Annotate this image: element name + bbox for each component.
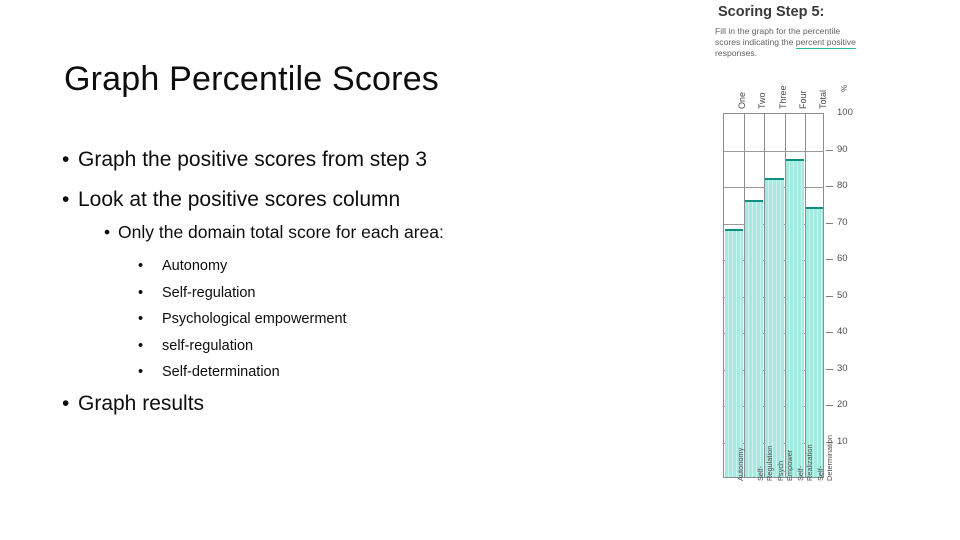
y-axis-tick xyxy=(826,186,833,187)
y-axis-tick-label: 50 xyxy=(837,289,848,301)
y-axis-tick-label: 10 xyxy=(837,435,848,447)
page-title: Graph Percentile Scores xyxy=(64,60,439,98)
y-axis-tick xyxy=(826,149,833,151)
y-axis-tick xyxy=(826,259,833,260)
y-axis-tick-label: 90 xyxy=(837,143,848,155)
bullet-item-1-label: Graph the positive scores from step 3 xyxy=(78,148,427,171)
y-axis-tick-label: 20 xyxy=(837,399,848,410)
bullet-item-sub: • Only the domain total score for each ar… xyxy=(104,222,444,243)
y-axis-tick xyxy=(826,295,833,297)
column-header-three: Three xyxy=(777,85,788,109)
sub-bullet-list: • Autonomy • Self-regulation • Psychologica… xyxy=(138,253,518,386)
y-axis-tick-label: 30 xyxy=(837,362,848,374)
bullet-glyph: • xyxy=(62,188,70,211)
bullet-item-last: • Graph results xyxy=(62,392,204,416)
list-item: • Psychological empowerment xyxy=(138,306,518,333)
bullet-glyph: • xyxy=(138,284,144,301)
y-axis-tick xyxy=(826,332,833,333)
chart-horizontal-gridline xyxy=(724,150,823,152)
y-axis-tick-label: 80 xyxy=(837,180,848,191)
bullet-item-2-label: Look at the positive scores column xyxy=(78,188,401,211)
list-item-label: self-regulation xyxy=(162,337,254,354)
bullet-glyph: • xyxy=(138,364,144,380)
list-item-label: Self-regulation xyxy=(162,284,256,301)
y-axis-tick-label: 100 xyxy=(837,107,853,118)
list-item: • Self-regulation xyxy=(138,280,518,307)
slide-body: Graph Percentile Scores • Graph the posit… xyxy=(0,0,690,540)
bullet-glyph: • xyxy=(62,392,70,415)
bullet-item-2: • Look at the positive scores column xyxy=(62,188,400,212)
bullet-glyph: • xyxy=(138,337,144,354)
y-axis-tick-label: 60 xyxy=(837,253,848,264)
worksheet-image: Scoring Step 5: Fill in the graph for th… xyxy=(690,0,960,540)
bullet-item-sub-label: Only the domain total score for each are… xyxy=(118,222,444,242)
bullet-glyph: • xyxy=(104,222,111,242)
y-axis-tick xyxy=(826,405,833,406)
x-axis-category-label: Self- Determination xyxy=(816,434,834,481)
x-axis-category-label: Psych Empower xyxy=(776,449,794,481)
y-axis-tick-label: 40 xyxy=(837,326,848,337)
bullet-glyph: • xyxy=(138,258,144,274)
x-axis-category-label: Self- Realization xyxy=(796,444,814,481)
column-header-total: Total xyxy=(817,89,828,109)
bullet-item-last-label: Graph results xyxy=(78,392,205,415)
list-item: • self-regulation xyxy=(138,333,518,360)
column-header-one: One xyxy=(737,91,748,109)
x-axis-category-label: Autonomy xyxy=(735,447,745,481)
y-axis-tick-label: 70 xyxy=(837,216,848,228)
y-axis-tick xyxy=(826,222,833,224)
bullet-glyph: • xyxy=(138,311,144,327)
list-item: • Autonomy xyxy=(138,253,518,280)
percent-axis-symbol: % xyxy=(840,84,849,92)
x-axis-category-label: Self- Regulation xyxy=(755,445,774,481)
list-item: • Self-determination xyxy=(138,359,518,386)
bullet-glyph: • xyxy=(62,148,70,171)
list-item-label: Autonomy xyxy=(162,258,228,274)
column-header-four: Four xyxy=(797,90,808,109)
y-axis-tick xyxy=(826,368,833,370)
bar-chart: One Two Three Four Total % 100 90 80 70 60 50… xyxy=(690,0,960,540)
column-header-two: Two xyxy=(757,92,768,109)
list-item-label: Psychological empowerment xyxy=(162,311,347,327)
bullet-item-1: • Graph the positive scores from step 3 xyxy=(62,148,427,172)
list-item-label: Self-determination xyxy=(162,364,280,380)
